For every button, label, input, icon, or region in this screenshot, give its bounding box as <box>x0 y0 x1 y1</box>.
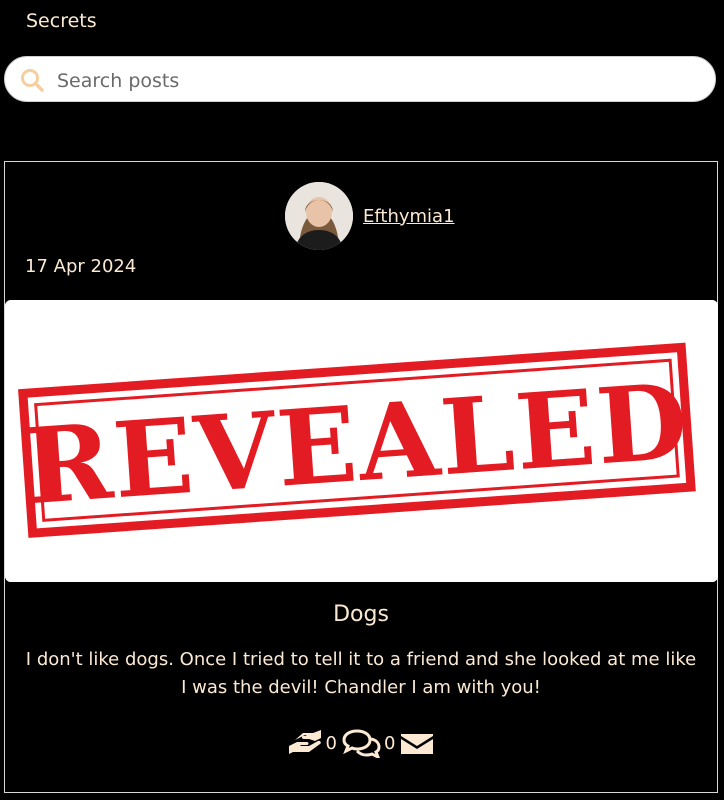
post-image: REVEALED <box>5 300 718 582</box>
envelope-icon[interactable] <box>399 728 435 758</box>
comments-icon[interactable] <box>341 728 381 758</box>
comments-count: 0 <box>384 732 396 754</box>
hands-helping-icon[interactable] <box>287 728 323 758</box>
search-icon <box>21 69 44 92</box>
author-link[interactable]: Efthymia1 <box>363 206 455 227</box>
likes-count: 0 <box>325 732 337 754</box>
post-date: 17 Apr 2024 <box>25 256 137 277</box>
post-author[interactable]: Efthymia1 <box>285 182 455 250</box>
search-bar <box>4 56 716 102</box>
page-title[interactable]: Secrets <box>26 10 97 32</box>
avatar[interactable] <box>285 182 353 250</box>
revealed-stamp-image: REVEALED <box>5 300 718 582</box>
post-title: Dogs <box>333 602 389 627</box>
search-input[interactable] <box>55 65 699 97</box>
post-card: Efthymia1 17 Apr 2024 REVEALED Dogs I do… <box>4 161 718 793</box>
avatar-image <box>285 182 353 250</box>
post-content: I don't like dogs. Once I tried to tell … <box>25 649 697 698</box>
post-actions: 0 0 <box>5 728 717 758</box>
